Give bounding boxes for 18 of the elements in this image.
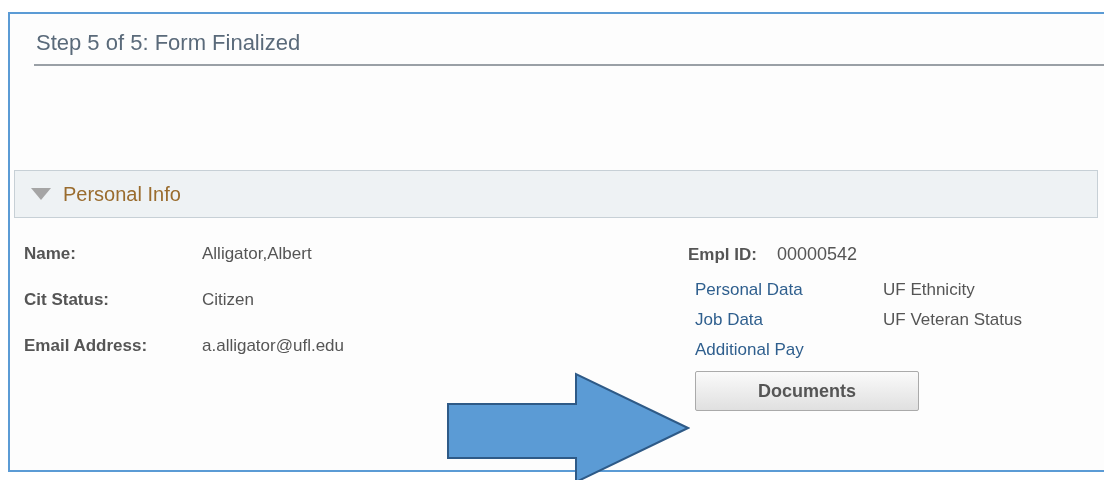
field-value: a.alligator@ufl.edu: [202, 336, 345, 356]
collapse-icon[interactable]: [31, 188, 51, 200]
link[interactable]: Personal Data: [695, 280, 883, 300]
section-header[interactable]: Personal Info: [14, 170, 1098, 218]
field-value: Citizen: [202, 290, 255, 310]
section-title: Personal Info: [63, 182, 181, 206]
field-label: Email Address:: [24, 336, 149, 356]
field-value: Alligator,Albert: [202, 244, 313, 264]
link[interactable]: Additional Pay: [695, 340, 883, 360]
link[interactable]: Job Data: [695, 310, 883, 330]
field-label: Name:: [24, 244, 77, 264]
field-value: 00000542: [776, 244, 858, 265]
info-text: UF Veteran Status: [883, 310, 1022, 330]
field-label: Cit Status:: [24, 290, 110, 310]
documents-button[interactable]: Documents: [695, 371, 919, 411]
field-label: Empl ID:: [688, 245, 757, 265]
page-title: Step 5 of 5: Form Finalized: [36, 30, 301, 55]
info-text: UF Ethnicity: [883, 280, 976, 300]
